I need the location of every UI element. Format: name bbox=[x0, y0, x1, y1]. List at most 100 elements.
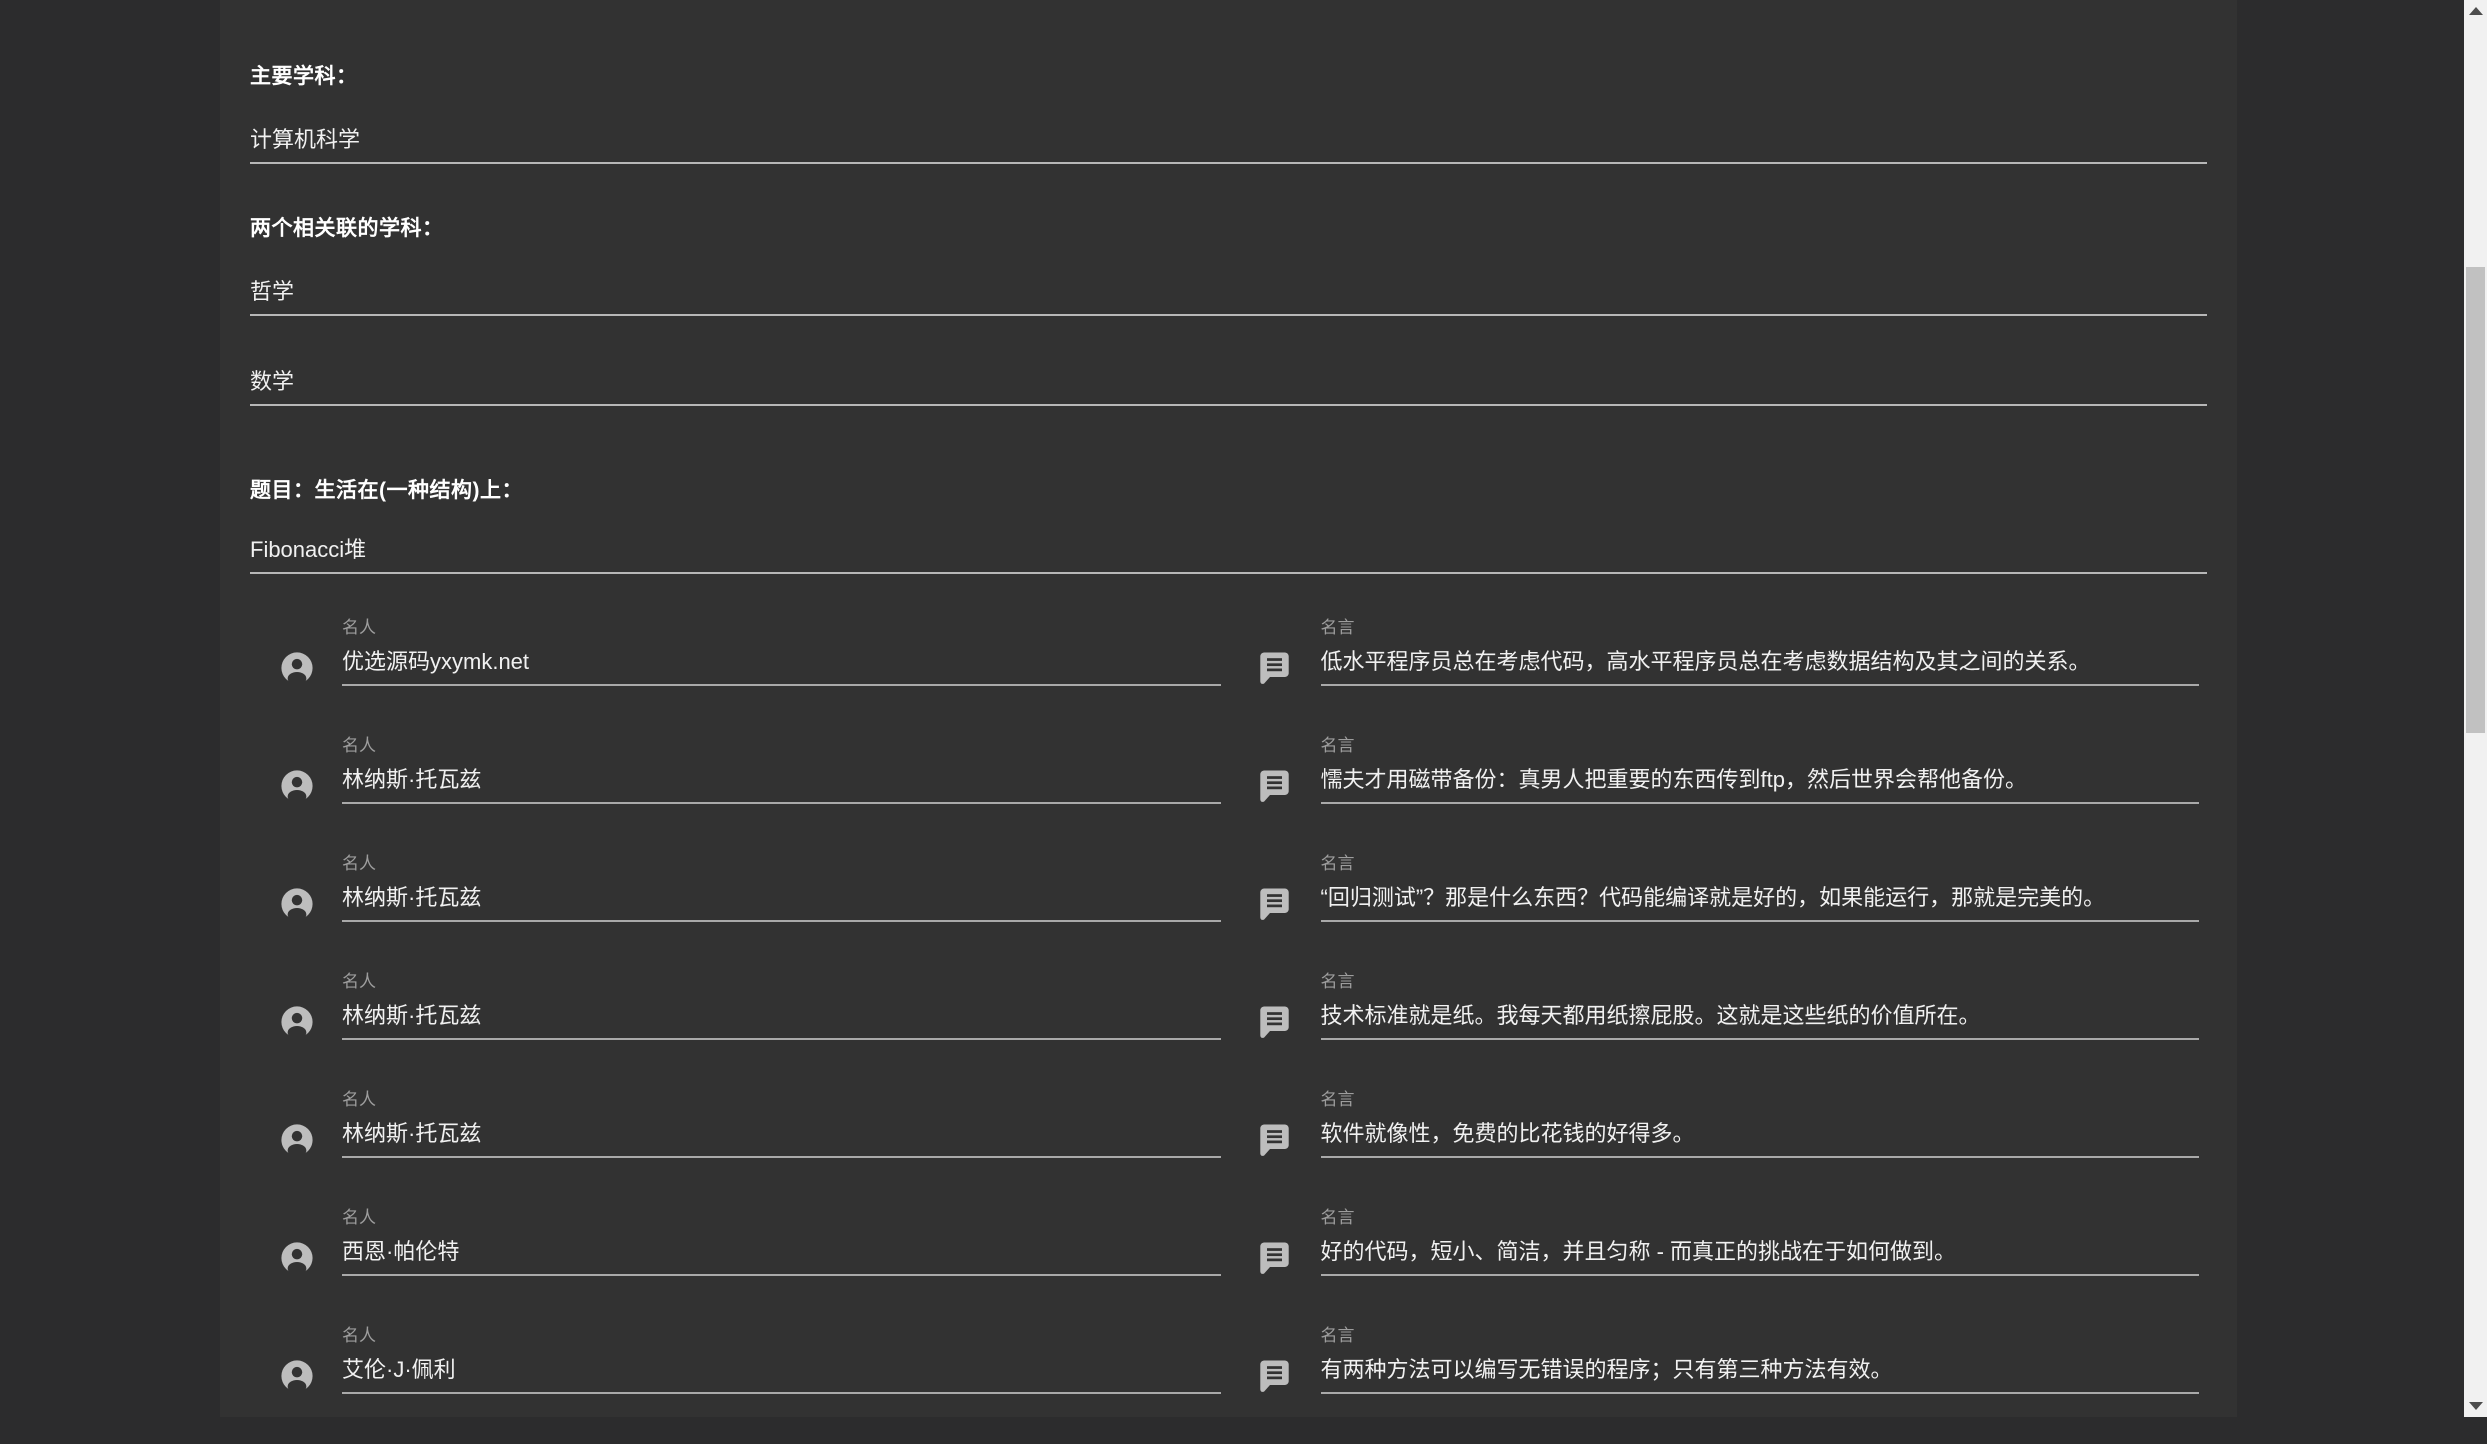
person-column: 名人 林纳斯·托瓦兹 bbox=[250, 1090, 1229, 1208]
quote-field-value: 有两种方法可以编写无错误的程序；只有第三种方法有效。 bbox=[1321, 1356, 2200, 1394]
vertical-scrollbar[interactable] bbox=[2464, 0, 2487, 1417]
person-icon bbox=[280, 1241, 342, 1275]
quote-input[interactable]: 名言 有两种方法可以编写无错误的程序；只有第三种方法有效。 bbox=[1321, 1326, 2200, 1444]
person-column: 名人 林纳斯·托瓦兹 bbox=[250, 972, 1229, 1090]
quote-column: 名言 “回归测试”？那是什么东西？代码能编译就是好的，如果能运行，那就是完美的。 bbox=[1229, 854, 2208, 972]
quote-field-value: 技术标准就是纸。我每天都用纸擦屁股。这就是这些纸的价值所在。 bbox=[1321, 1002, 2200, 1040]
quote-field-value: 低水平程序员总在考虑代码，高水平程序员总在考虑数据结构及其之间的关系。 bbox=[1321, 648, 2200, 686]
quote-input[interactable]: 名言 软件就像性，免费的比花钱的好得多。 bbox=[1321, 1090, 2200, 1208]
topic-input[interactable]: Fibonacci堆 bbox=[250, 536, 2207, 574]
speech-bubble-icon bbox=[1259, 651, 1321, 685]
person-input[interactable]: 名人 林纳斯·托瓦兹 bbox=[342, 736, 1221, 854]
quote-column: 名言 好的代码，短小、简洁，并且匀称 - 而真正的挑战在于如何做到。 bbox=[1229, 1208, 2208, 1326]
person-field-value: 优选源码yxymk.net bbox=[342, 648, 1221, 686]
person-field-label: 名人 bbox=[342, 972, 1221, 992]
speech-bubble-icon bbox=[1259, 887, 1321, 921]
person-icon-cell bbox=[250, 1090, 342, 1208]
person-field-label: 名人 bbox=[342, 1208, 1221, 1228]
main-subject-input[interactable]: 计算机科学 bbox=[250, 126, 2207, 164]
person-icon bbox=[280, 1005, 342, 1039]
person-icon bbox=[280, 651, 342, 685]
quote-input[interactable]: 名言 “回归测试”？那是什么东西？代码能编译就是好的，如果能运行，那就是完美的。 bbox=[1321, 854, 2200, 972]
related-subject-2-input[interactable]: 数学 bbox=[250, 368, 2207, 406]
person-field-label: 名人 bbox=[342, 1326, 1221, 1346]
quote-field-label: 名言 bbox=[1321, 972, 2200, 992]
person-field-label: 名人 bbox=[342, 1090, 1221, 1110]
speech-bubble-icon bbox=[1259, 1241, 1321, 1275]
person-field-value: 林纳斯·托瓦兹 bbox=[342, 1002, 1221, 1040]
quote-input[interactable]: 名言 低水平程序员总在考虑代码，高水平程序员总在考虑数据结构及其之间的关系。 bbox=[1321, 618, 2200, 736]
person-field-label: 名人 bbox=[342, 618, 1221, 638]
person-column: 名人 林纳斯·托瓦兹 bbox=[250, 854, 1229, 972]
person-icon-cell bbox=[250, 736, 342, 854]
speech-bubble-icon bbox=[1259, 1123, 1321, 1157]
person-column: 名人 林纳斯·托瓦兹 bbox=[250, 736, 1229, 854]
person-icon-cell bbox=[250, 854, 342, 972]
person-field-label: 名人 bbox=[342, 854, 1221, 874]
person-field-value: 西恩·帕伦特 bbox=[342, 1238, 1221, 1276]
quote-icon-cell bbox=[1229, 1090, 1321, 1208]
quote-icon-cell bbox=[1229, 1208, 1321, 1326]
person-input[interactable]: 名人 艾伦·J·佩利 bbox=[342, 1326, 1221, 1444]
quote-input[interactable]: 名言 技术标准就是纸。我每天都用纸擦屁股。这就是这些纸的价值所在。 bbox=[1321, 972, 2200, 1090]
person-column: 名人 艾伦·J·佩利 bbox=[250, 1326, 1229, 1444]
scroll-up-button[interactable] bbox=[2464, 0, 2487, 22]
quote-column: 名言 低水平程序员总在考虑代码，高水平程序员总在考虑数据结构及其之间的关系。 bbox=[1229, 618, 2208, 736]
quote-row: 名人 林纳斯·托瓦兹 bbox=[250, 736, 2207, 854]
related-subject-1-input[interactable]: 哲学 bbox=[250, 278, 2207, 316]
topic-label: 题目：生活在(一种结构)上： bbox=[250, 478, 2207, 504]
person-column: 名人 优选源码yxymk.net bbox=[250, 618, 1229, 736]
quote-field-label: 名言 bbox=[1321, 854, 2200, 874]
person-field-value: 林纳斯·托瓦兹 bbox=[342, 766, 1221, 804]
quote-row: 名人 优选源码yxymk.net bbox=[250, 618, 2207, 736]
related-subject-2-value: 数学 bbox=[250, 368, 2207, 396]
scroll-up-arrow-icon bbox=[2469, 7, 2483, 15]
main-subject-value: 计算机科学 bbox=[250, 126, 2207, 154]
person-icon-cell bbox=[250, 1208, 342, 1326]
speech-bubble-icon bbox=[1259, 1359, 1321, 1393]
speech-bubble-icon bbox=[1259, 1005, 1321, 1039]
quote-input[interactable]: 名言 懦夫才用磁带备份：真男人把重要的东西传到ftp，然后世界会帮他备份。 bbox=[1321, 736, 2200, 854]
quote-field-label: 名言 bbox=[1321, 618, 2200, 638]
speech-bubble-icon bbox=[1259, 769, 1321, 803]
topic-value: Fibonacci堆 bbox=[250, 536, 2207, 564]
quote-icon-cell bbox=[1229, 1326, 1321, 1444]
quote-icon-cell bbox=[1229, 854, 1321, 972]
quote-field-label: 名言 bbox=[1321, 1326, 2200, 1346]
person-input[interactable]: 名人 西恩·帕伦特 bbox=[342, 1208, 1221, 1326]
quote-row: 名人 林纳斯·托瓦兹 bbox=[250, 854, 2207, 972]
quote-icon-cell bbox=[1229, 736, 1321, 854]
quote-field-label: 名言 bbox=[1321, 736, 2200, 756]
person-icon bbox=[280, 1359, 342, 1393]
main-subject-label: 主要学科： bbox=[250, 64, 2207, 90]
quote-column: 名言 软件就像性，免费的比花钱的好得多。 bbox=[1229, 1090, 2208, 1208]
quote-input[interactable]: 名言 好的代码，短小、简洁，并且匀称 - 而真正的挑战在于如何做到。 bbox=[1321, 1208, 2200, 1326]
quote-row: 名人 林纳斯·托瓦兹 bbox=[250, 1090, 2207, 1208]
person-icon bbox=[280, 769, 342, 803]
quote-field-label: 名言 bbox=[1321, 1090, 2200, 1110]
person-field-value: 林纳斯·托瓦兹 bbox=[342, 1120, 1221, 1158]
person-input[interactable]: 名人 优选源码yxymk.net bbox=[342, 618, 1221, 736]
scroll-down-button[interactable] bbox=[2464, 1395, 2487, 1417]
scrollbar-thumb[interactable] bbox=[2466, 267, 2485, 733]
quote-field-value: 懦夫才用磁带备份：真男人把重要的东西传到ftp，然后世界会帮他备份。 bbox=[1321, 766, 2200, 804]
quote-column: 名言 有两种方法可以编写无错误的程序；只有第三种方法有效。 bbox=[1229, 1326, 2208, 1444]
related-subject-1-value: 哲学 bbox=[250, 278, 2207, 306]
person-field-label: 名人 bbox=[342, 736, 1221, 756]
quote-icon-cell bbox=[1229, 618, 1321, 736]
quote-column: 名言 技术标准就是纸。我每天都用纸擦屁股。这就是这些纸的价值所在。 bbox=[1229, 972, 2208, 1090]
person-icon-cell bbox=[250, 1326, 342, 1444]
person-input[interactable]: 名人 林纳斯·托瓦兹 bbox=[342, 854, 1221, 972]
quote-field-value: “回归测试”？那是什么东西？代码能编译就是好的，如果能运行，那就是完美的。 bbox=[1321, 884, 2200, 922]
person-icon-cell bbox=[250, 972, 342, 1090]
quote-field-label: 名言 bbox=[1321, 1208, 2200, 1228]
quote-row: 名人 西恩·帕伦特 bbox=[250, 1208, 2207, 1326]
person-field-value: 艾伦·J·佩利 bbox=[342, 1356, 1221, 1394]
person-icon bbox=[280, 1123, 342, 1157]
person-input[interactable]: 名人 林纳斯·托瓦兹 bbox=[342, 1090, 1221, 1208]
quote-rows: 名人 优选源码yxymk.net bbox=[250, 618, 2207, 1444]
person-input[interactable]: 名人 林纳斯·托瓦兹 bbox=[342, 972, 1221, 1090]
person-column: 名人 西恩·帕伦特 bbox=[250, 1208, 1229, 1326]
quote-field-value: 软件就像性，免费的比花钱的好得多。 bbox=[1321, 1120, 2200, 1158]
form-panel: 主要学科： 计算机科学 两个相关联的学科： 哲学 数学 题目：生活在(一种结构)… bbox=[220, 0, 2237, 1417]
